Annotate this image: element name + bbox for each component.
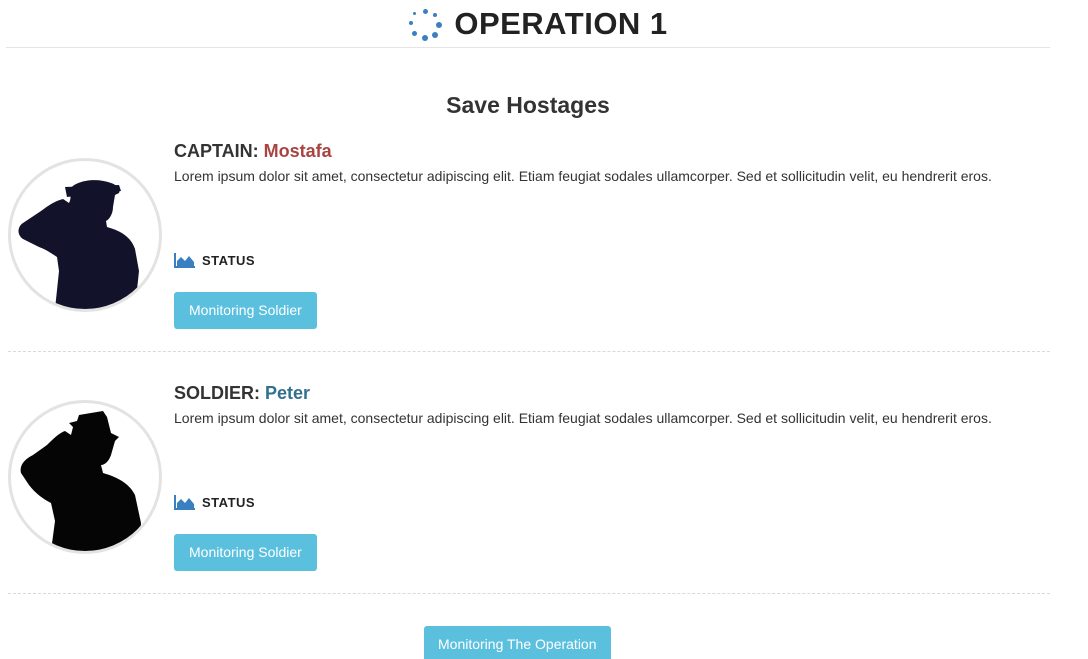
member-name: Mostafa [263, 141, 332, 161]
status-label: STATUS [174, 494, 255, 510]
member-heading: CAPTAIN: Mostafa [174, 141, 1034, 162]
saluting-officer-silhouette-icon [18, 180, 139, 309]
header-title-group: OPERATION 1 [408, 7, 667, 41]
area-chart-icon [174, 495, 195, 510]
member-description: Lorem ipsum dolor sit amet, consectetur … [174, 410, 992, 426]
member-info: SOLDIER: Peter Lorem ipsum dolor sit ame… [174, 382, 1034, 571]
status-label: STATUS [174, 252, 255, 268]
monitoring-soldier-button[interactable]: Monitoring Soldier [174, 292, 317, 329]
member-name: Peter [265, 383, 311, 403]
avatar [8, 400, 162, 554]
page-header: OPERATION 1 [6, 0, 1050, 48]
saluting-soldier-silhouette-icon [20, 411, 142, 551]
status-text: STATUS [202, 494, 256, 510]
divider [8, 351, 1050, 352]
member-heading: SOLDIER: Peter [174, 383, 1034, 404]
member-role: CAPTAIN: [174, 141, 259, 161]
avatar [8, 158, 162, 312]
member-description: Lorem ipsum dolor sit amet, consectetur … [174, 168, 992, 184]
spinner-icon [408, 7, 443, 41]
monitoring-operation-button[interactable]: Monitoring The Operation [424, 626, 611, 659]
page: OPERATION 1 Save Hostages CAPTAIN: Mosta… [0, 0, 1088, 659]
member-card-captain: CAPTAIN: Mostafa Lorem ipsum dolor sit a… [8, 140, 1050, 340]
area-chart-icon [174, 253, 195, 268]
member-role: SOLDIER: [174, 383, 261, 403]
monitoring-soldier-button[interactable]: Monitoring Soldier [174, 534, 317, 571]
status-text: STATUS [202, 252, 256, 268]
page-title: OPERATION 1 [454, 6, 668, 41]
member-card-soldier: SOLDIER: Peter Lorem ipsum dolor sit ame… [8, 382, 1050, 582]
divider [8, 593, 1050, 594]
member-info: CAPTAIN: Mostafa Lorem ipsum dolor sit a… [174, 140, 1034, 329]
section-title: Save Hostages [446, 92, 610, 118]
